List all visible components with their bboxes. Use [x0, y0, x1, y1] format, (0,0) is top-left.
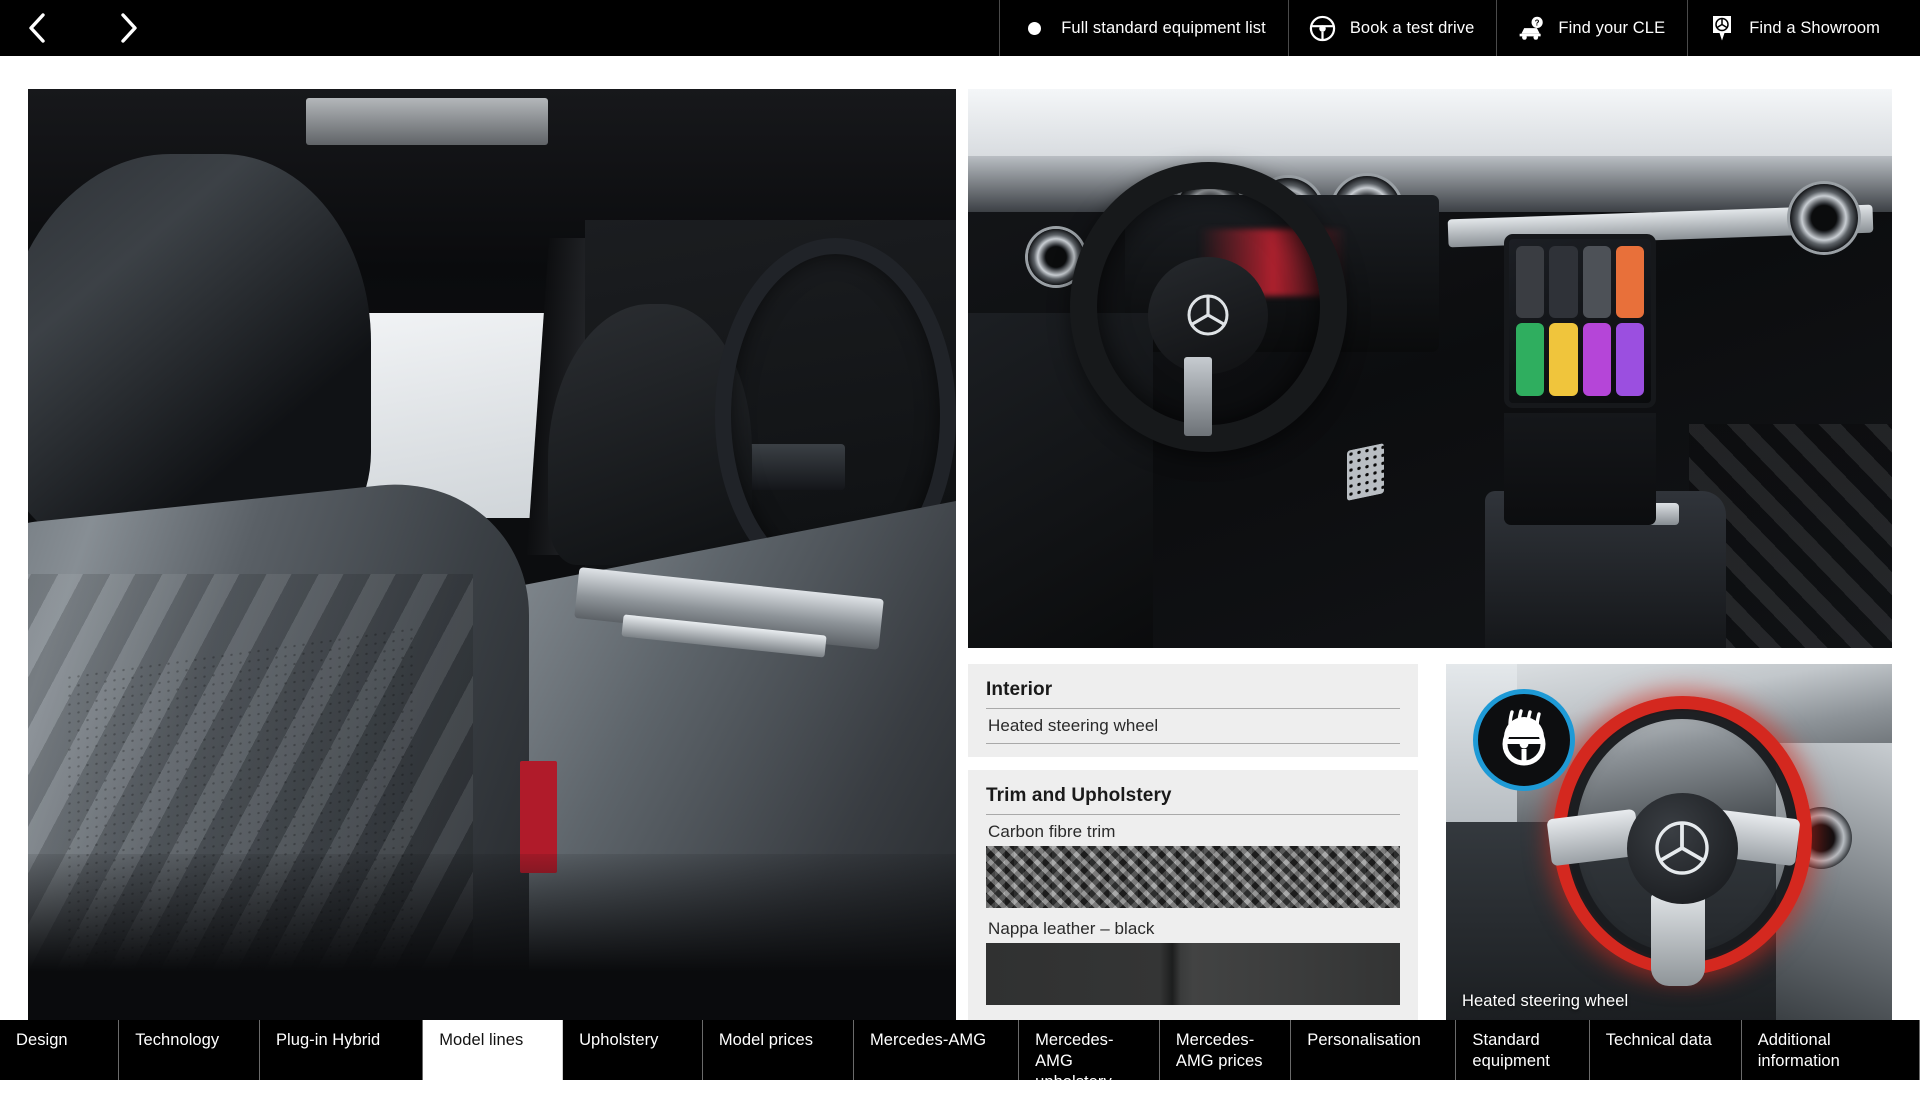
tab-mercedes-amg-upholstery[interactable]: Mercedes-AMG upholstery: [1019, 1020, 1160, 1080]
right-column: Interior Heated steering wheel Trim and …: [968, 89, 1892, 1022]
specification-column: Interior Heated steering wheel Trim and …: [968, 664, 1418, 1022]
find-a-showroom-link[interactable]: Find a Showroom: [1687, 0, 1920, 56]
tab-standard-equipment[interactable]: Standard equipment: [1456, 1020, 1589, 1080]
tab-design[interactable]: Design: [0, 1020, 119, 1080]
cockpit-dashboard-image[interactable]: [968, 89, 1892, 648]
cockpit-dashboard-artwork: [968, 89, 1892, 648]
steering-wheel-icon: [1309, 14, 1337, 42]
spec-row-carbon-fibre-trim: Carbon fibre trim: [986, 815, 1400, 846]
spec-row-heated-steering-wheel: Heated steering wheel: [986, 709, 1400, 744]
tab-additional-information[interactable]: Additional information: [1742, 1020, 1920, 1080]
topbar-spacer: [180, 0, 999, 56]
tab-technology[interactable]: Technology: [119, 1020, 260, 1080]
tab-mercedes-amg-prices[interactable]: Mercedes-AMG prices: [1160, 1020, 1291, 1080]
tab-technical-data[interactable]: Technical data: [1590, 1020, 1742, 1080]
book-a-test-drive-label: Book a test drive: [1350, 19, 1475, 38]
previous-arrow-button[interactable]: [22, 11, 52, 45]
map-pin-mercedes-icon: [1708, 14, 1736, 42]
gallery-stage: Interior Heated steering wheel Trim and …: [0, 56, 1920, 1020]
heated-steering-wheel-badge: [1473, 689, 1575, 791]
feature-card-caption: Heated steering wheel: [1462, 992, 1628, 1011]
feature-card-heated-steering-wheel[interactable]: Heated steering wheel: [1446, 664, 1892, 1022]
circle-dot-icon: [1020, 14, 1048, 42]
spec-title-trim-and-upholstery: Trim and Upholstery: [986, 785, 1400, 815]
tab-plug-in-hybrid[interactable]: Plug-in Hybrid: [260, 1020, 423, 1080]
section-tab-bar: Design Technology Plug-in Hybrid Model l…: [0, 1020, 1920, 1080]
spec-title-interior: Interior: [986, 679, 1400, 709]
top-utility-bar: Full standard equipment list Book a test…: [0, 0, 1920, 56]
spec-card-interior: Interior Heated steering wheel: [968, 664, 1418, 757]
spec-row-nappa-leather-black: Nappa leather – black: [986, 912, 1400, 943]
gallery-nav-arrows: [0, 0, 180, 56]
tab-personalisation[interactable]: Personalisation: [1291, 1020, 1456, 1080]
book-a-test-drive-link[interactable]: Book a test drive: [1288, 0, 1497, 56]
infotainment-screen: [1504, 234, 1656, 407]
car-question-icon: ?: [1517, 14, 1545, 42]
swatch-carbon-fibre-trim: [986, 846, 1400, 908]
interior-seats-artwork: [28, 89, 956, 1022]
spec-card-trim-and-upholstery: Trim and Upholstery Carbon fibre trim Na…: [968, 770, 1418, 1022]
mercedes-star-emblem-feature: [1627, 793, 1739, 904]
heated-steering-wheel-icon: [1492, 706, 1556, 775]
next-arrow-button[interactable]: [114, 11, 144, 45]
find-your-cle-label: Find your CLE: [1558, 19, 1665, 38]
tab-mercedes-amg[interactable]: Mercedes-AMG: [854, 1020, 1019, 1080]
interior-seats-image[interactable]: [28, 89, 956, 1022]
find-a-showroom-label: Find a Showroom: [1749, 19, 1880, 38]
find-your-cle-link[interactable]: ? Find your CLE: [1496, 0, 1687, 56]
topbar-action-links: Full standard equipment list Book a test…: [999, 0, 1920, 56]
chevron-left-icon: [26, 12, 48, 44]
swatch-nappa-leather-black: [986, 943, 1400, 1005]
tab-model-lines[interactable]: Model lines: [423, 1020, 563, 1080]
full-standard-equipment-list-label: Full standard equipment list: [1061, 19, 1266, 38]
tab-model-prices[interactable]: Model prices: [703, 1020, 854, 1080]
full-standard-equipment-list-link[interactable]: Full standard equipment list: [999, 0, 1288, 56]
svg-text:?: ?: [1535, 18, 1540, 27]
lower-row: Interior Heated steering wheel Trim and …: [968, 664, 1892, 1022]
chevron-right-icon: [118, 12, 140, 44]
tab-upholstery[interactable]: Upholstery: [563, 1020, 703, 1080]
